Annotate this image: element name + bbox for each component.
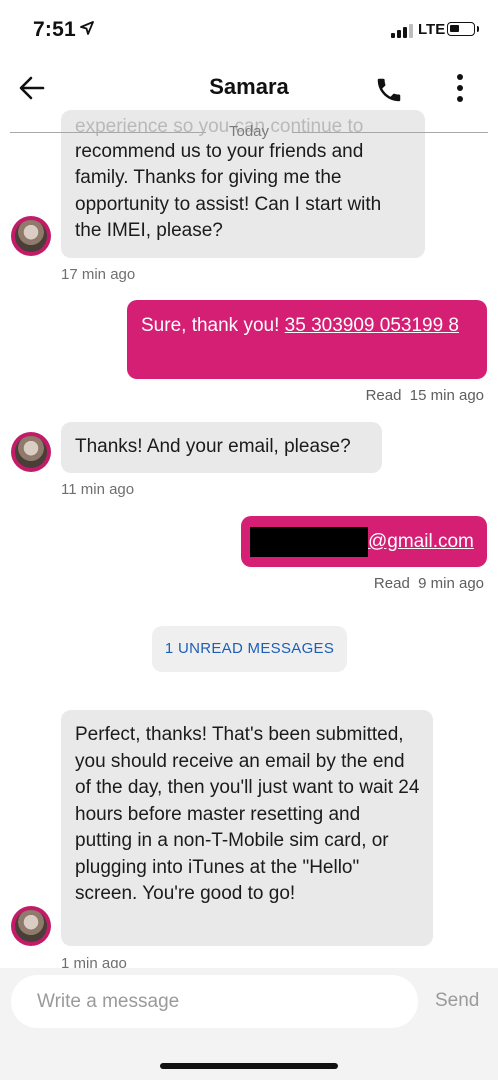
agent-avatar bbox=[11, 432, 51, 472]
location-arrow-icon bbox=[80, 21, 94, 35]
signal-strength-icon bbox=[391, 24, 413, 38]
message-input[interactable]: Write a message bbox=[11, 975, 418, 1028]
message-timestamp: 9 min ago bbox=[418, 575, 484, 592]
read-receipt: Read 9 min ago bbox=[300, 575, 484, 592]
message-text: Thanks! And your email, please? bbox=[75, 436, 351, 457]
message-timestamp: 15 min ago bbox=[409, 387, 484, 404]
message-text: Perfect, thanks! That's been submitted, … bbox=[75, 724, 420, 904]
outgoing-message-bubble: @gmail.com bbox=[241, 516, 487, 567]
incoming-message-bubble: Thanks! And your email, please? bbox=[61, 422, 382, 473]
agent-avatar bbox=[11, 906, 51, 946]
agent-avatar bbox=[11, 216, 51, 256]
message-list[interactable]: experience so you can continue to recomm… bbox=[0, 108, 498, 968]
conversation-title: Samara bbox=[209, 74, 289, 99]
message-timestamp: 17 min ago bbox=[61, 266, 136, 283]
phone-call-icon[interactable] bbox=[374, 75, 404, 105]
message-timestamp: 11 min ago bbox=[61, 481, 135, 498]
status-time: 7:51 bbox=[33, 18, 76, 41]
message-text: recommend us to your friends and family.… bbox=[75, 140, 382, 242]
unread-messages-banner[interactable]: 1 UNREAD MESSAGES bbox=[152, 626, 347, 672]
outgoing-message-bubble: Sure, thank you! 35 303909 053199 8 bbox=[127, 300, 487, 379]
more-options-icon[interactable] bbox=[452, 72, 468, 104]
read-label: Read bbox=[365, 387, 402, 404]
imei-link[interactable]: 35 303909 053199 8 bbox=[285, 315, 459, 336]
send-button[interactable]: Send bbox=[435, 990, 479, 1012]
battery-icon bbox=[447, 22, 475, 36]
email-link[interactable]: @gmail.com bbox=[368, 531, 474, 552]
home-indicator[interactable] bbox=[160, 1063, 338, 1069]
redacted-email-user bbox=[250, 527, 368, 557]
date-divider-label: Today bbox=[228, 123, 270, 140]
read-receipt: Read 15 min ago bbox=[300, 387, 484, 404]
date-divider: Today bbox=[0, 108, 498, 148]
message-text: Sure, thank you! bbox=[141, 315, 285, 336]
network-type: LTE bbox=[418, 21, 446, 38]
incoming-message-bubble: Perfect, thanks! That's been submitted, … bbox=[61, 710, 433, 946]
message-timestamp: 1 min ago bbox=[61, 955, 127, 968]
read-label: Read bbox=[373, 575, 410, 592]
battery-tip bbox=[477, 26, 479, 32]
